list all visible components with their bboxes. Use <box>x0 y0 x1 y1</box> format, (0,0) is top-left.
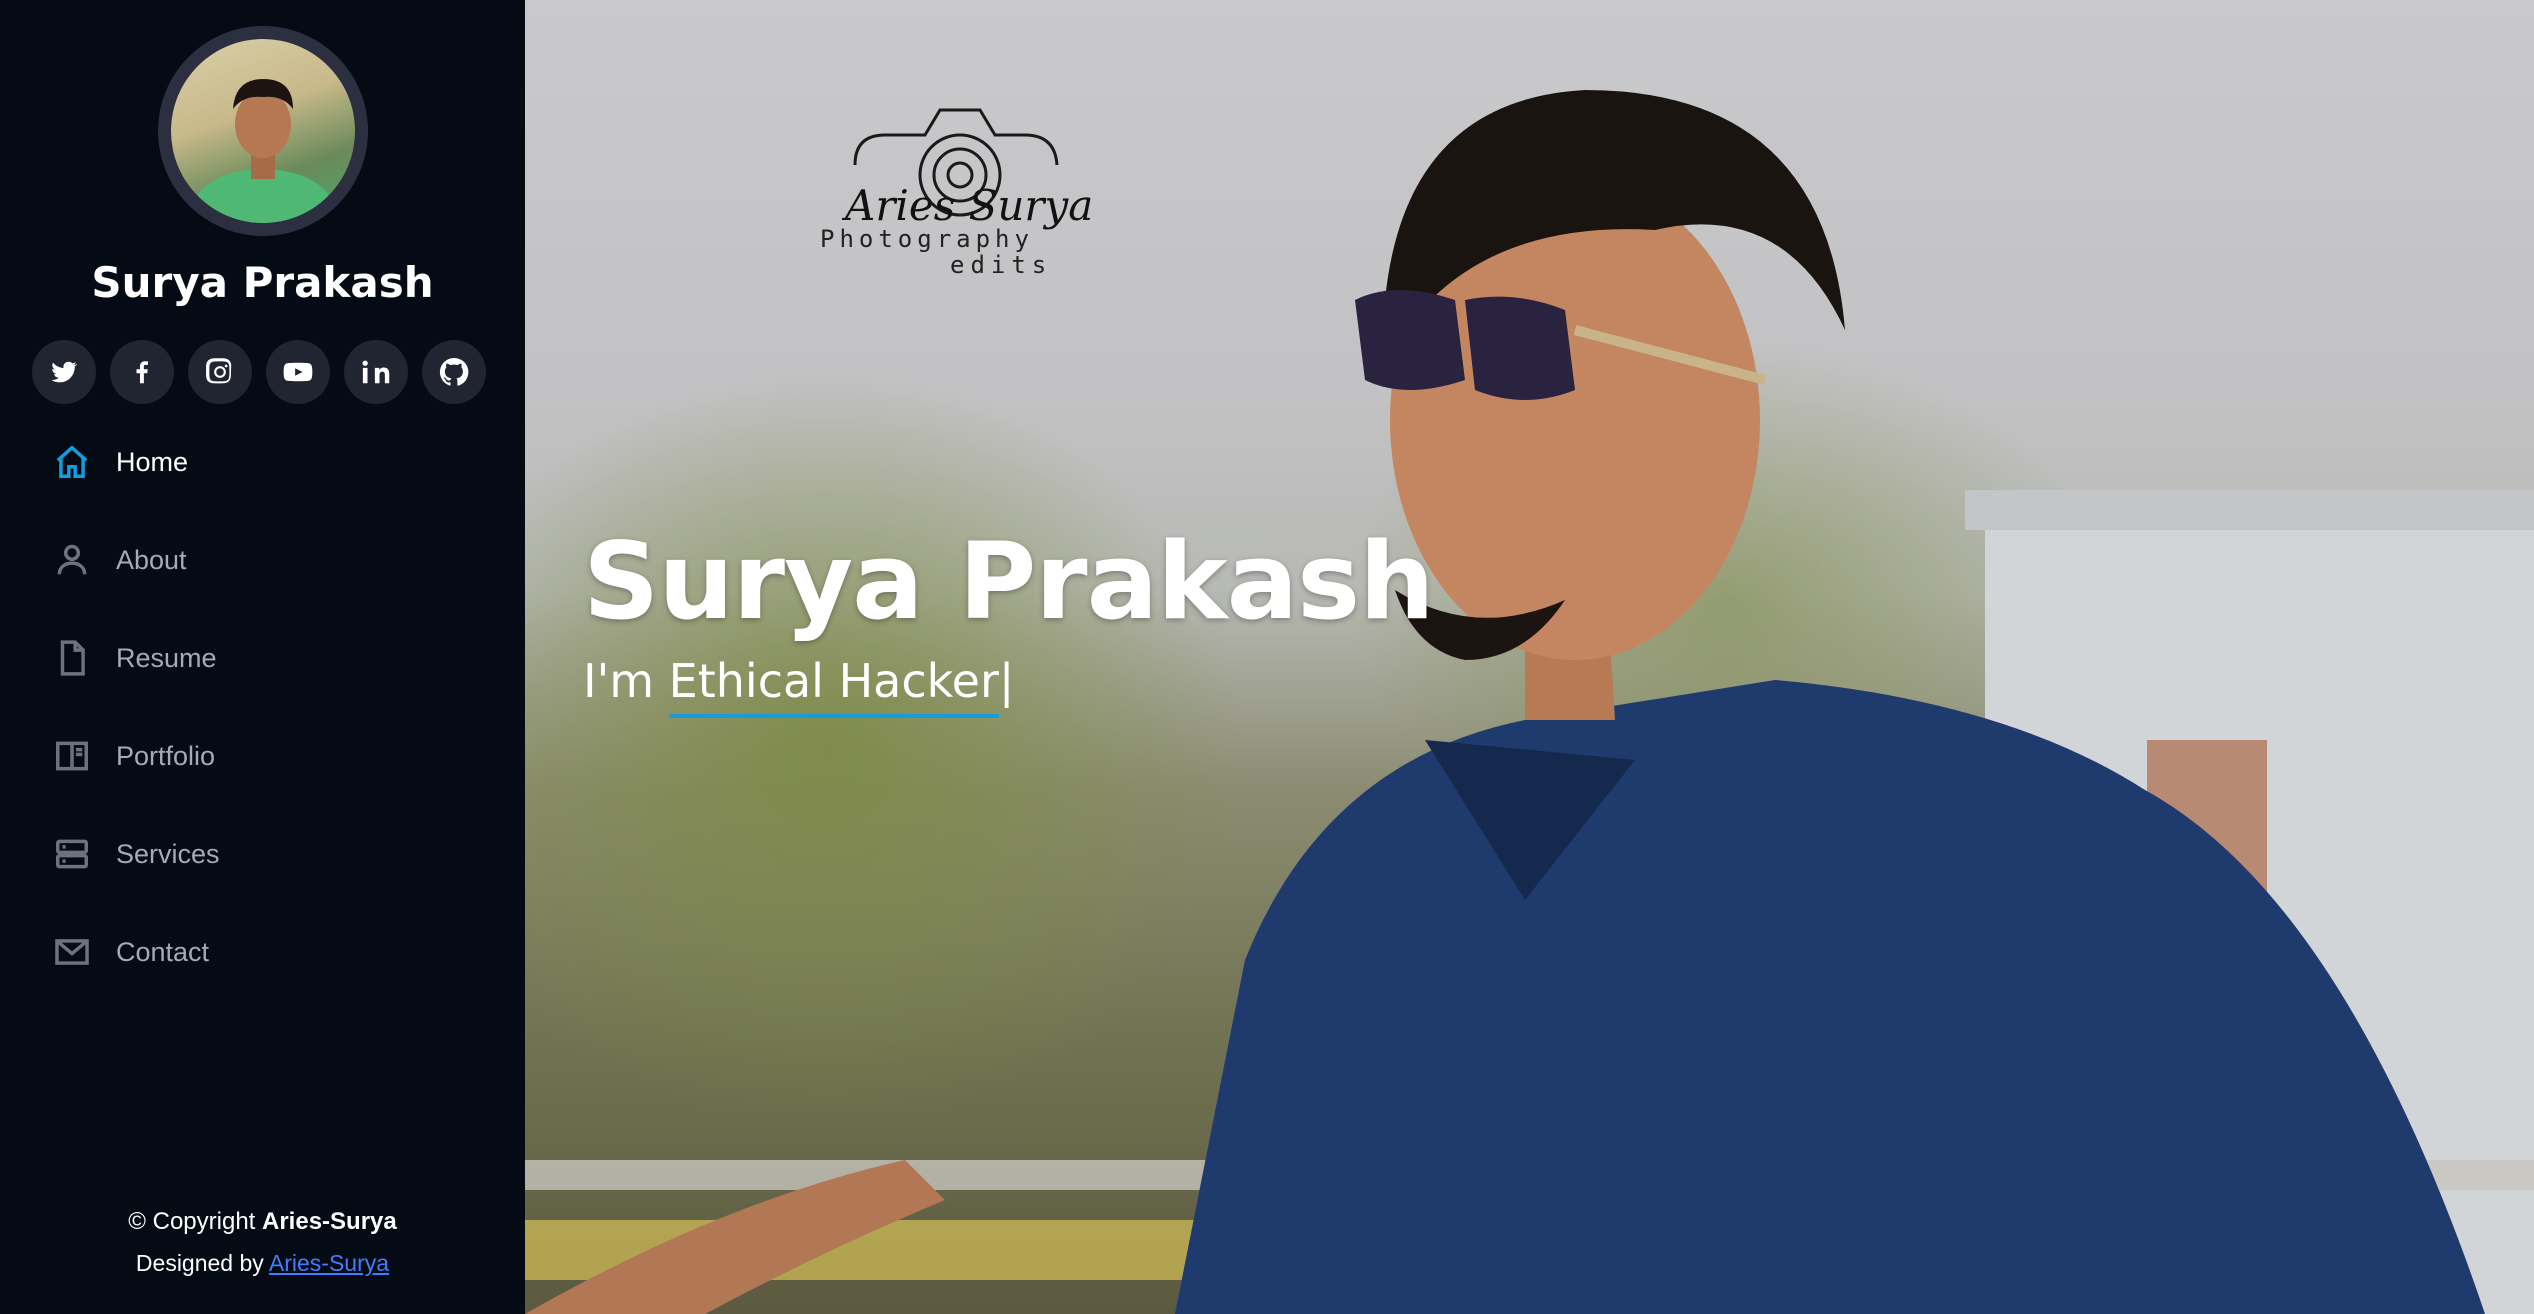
profile-name: Surya Prakash <box>91 258 434 307</box>
person-icon <box>52 540 92 580</box>
nav-item-label: Portfolio <box>116 740 216 771</box>
nav-item-resume[interactable]: Resume <box>52 626 217 690</box>
nav-item-home[interactable]: Home <box>52 430 188 494</box>
copyright-prefix: © Copyright <box>128 1208 262 1235</box>
github-icon <box>439 357 469 386</box>
footer: © Copyright Aries-Surya Designed by Arie… <box>0 1208 525 1277</box>
typing-cursor: | <box>998 654 1015 708</box>
nav-item-services[interactable]: Services <box>52 822 220 886</box>
facebook-icon <box>136 361 148 384</box>
instagram-icon <box>206 358 232 384</box>
envelope-icon <box>52 932 92 972</box>
linkedin-link[interactable] <box>344 340 408 404</box>
hero-title: Surya Prakash <box>583 520 1435 643</box>
twitter-icon <box>51 361 78 383</box>
hero-subtitle: I'm Ethical Hacker| <box>583 654 1015 718</box>
nav-item-label: Services <box>116 838 220 869</box>
sidebar: Surya Prakash Home About Resume Portfoli… <box>0 0 525 1314</box>
hero-section: Aries Surya Photography edits Surya Prak… <box>525 0 2534 1314</box>
nav-item-portfolio[interactable]: Portfolio <box>52 724 215 788</box>
photography-logo: Aries Surya Photography edits <box>795 95 1095 285</box>
nav-item-label: Contact <box>116 936 210 967</box>
logo-line-2: Photography <box>820 225 1034 253</box>
nav-item-about[interactable]: About <box>52 528 187 592</box>
youtube-icon <box>283 362 313 382</box>
logo-line-3: edits <box>950 251 1052 279</box>
github-link[interactable] <box>422 340 486 404</box>
profile-avatar <box>158 26 368 236</box>
designer-link[interactable]: Aries-Surya <box>269 1250 389 1276</box>
nav-item-contact[interactable]: Contact <box>52 920 209 984</box>
nav-item-label: Home <box>116 446 189 477</box>
file-icon <box>52 638 92 678</box>
logo-line-1: Aries Surya <box>841 181 1093 230</box>
credits-line: Designed by Aries-Surya <box>0 1250 525 1277</box>
twitter-link[interactable] <box>32 340 96 404</box>
copyright-name: Aries-Surya <box>262 1208 397 1235</box>
nav-item-label: About <box>116 544 187 575</box>
book-icon <box>52 736 92 776</box>
designed-prefix: Designed by <box>135 1250 269 1276</box>
facebook-link[interactable] <box>110 340 174 404</box>
copyright-line: © Copyright Aries-Surya <box>0 1208 525 1236</box>
linkedin-icon <box>362 360 390 384</box>
youtube-link[interactable] <box>266 340 330 404</box>
nav-item-label: Resume <box>116 642 217 673</box>
typed-role: Ethical Hacker <box>668 654 999 718</box>
home-icon <box>52 442 92 482</box>
instagram-link[interactable] <box>188 340 252 404</box>
server-icon <box>52 834 92 874</box>
subtitle-prefix: I'm <box>583 654 669 708</box>
